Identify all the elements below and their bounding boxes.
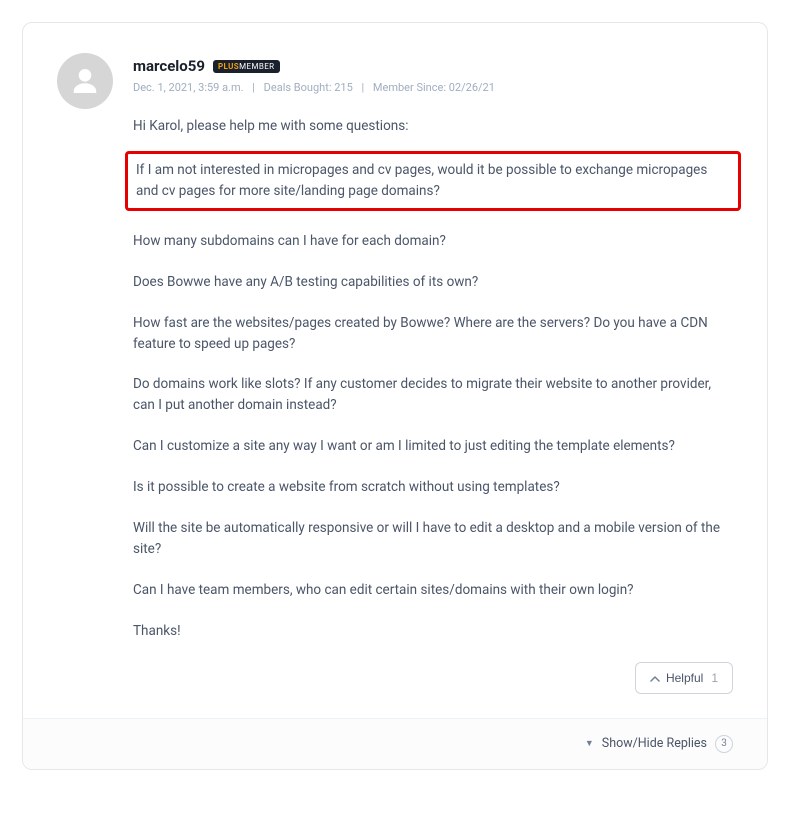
comment-paragraph: Is it possible to create a website from … xyxy=(133,477,733,498)
meta-sep: | xyxy=(362,81,365,94)
plus-member-badge: PLUSMEMBER xyxy=(213,60,280,73)
comment-paragraph: Hi Karol, please help me with some quest… xyxy=(133,116,733,137)
comment-card: marcelo59 PLUSMEMBER Dec. 1, 2021, 3:59 … xyxy=(22,22,768,770)
meta-date: Dec. 1, 2021, 3:59 a.m. xyxy=(133,81,244,94)
badge-member-text: MEMBER xyxy=(239,62,274,71)
meta-since: Member Since: 02/26/21 xyxy=(373,81,495,94)
highlighted-question: If I am not interested in micropages and… xyxy=(125,151,741,211)
comment-paragraph: Will the site be automatically responsiv… xyxy=(133,518,733,560)
caret-down-icon: ▼ xyxy=(585,738,594,749)
helpful-button[interactable]: Helpful 1 xyxy=(635,662,733,694)
replies-toggle-label: Show/Hide Replies xyxy=(602,736,707,751)
comment-header: marcelo59 PLUSMEMBER xyxy=(133,57,733,75)
comment-paragraph: Can I customize a site any way I want or… xyxy=(133,436,733,457)
comment-paragraph: How fast are the websites/pages created … xyxy=(133,313,733,355)
reply-count-badge: 3 xyxy=(715,735,733,753)
username-link[interactable]: marcelo59 xyxy=(133,57,205,75)
comment-paragraph: Do domains work like slots? If any custo… xyxy=(133,374,733,416)
meta-deals: Deals Bought: 215 xyxy=(264,81,353,94)
avatar xyxy=(57,53,113,109)
helpful-label: Helpful xyxy=(666,671,703,685)
comment-paragraph: Does Bowwe have any A/B testing capabili… xyxy=(133,272,733,293)
comment-paragraph: How many subdomains can I have for each … xyxy=(133,231,733,252)
comment-body: marcelo59 PLUSMEMBER Dec. 1, 2021, 3:59 … xyxy=(23,23,767,718)
badge-plus-text: PLUS xyxy=(218,62,239,71)
comment-paragraph: Thanks! xyxy=(133,621,733,642)
chevron-up-icon xyxy=(650,673,660,683)
comment-footer: ▼ Show/Hide Replies 3 xyxy=(23,718,767,769)
comment-meta: Dec. 1, 2021, 3:59 a.m. | Deals Bought: … xyxy=(133,81,733,94)
comment-paragraph: If I am not interested in micropages and… xyxy=(136,160,730,202)
comment-paragraph: Can I have team members, who can edit ce… xyxy=(133,580,733,601)
helpful-count: 1 xyxy=(711,671,718,685)
comment-actions: Helpful 1 xyxy=(133,662,733,694)
meta-sep: | xyxy=(252,81,255,94)
person-icon xyxy=(67,63,103,99)
show-hide-replies-button[interactable]: ▼ Show/Hide Replies 3 xyxy=(585,735,733,753)
comment-main: marcelo59 PLUSMEMBER Dec. 1, 2021, 3:59 … xyxy=(133,57,733,694)
